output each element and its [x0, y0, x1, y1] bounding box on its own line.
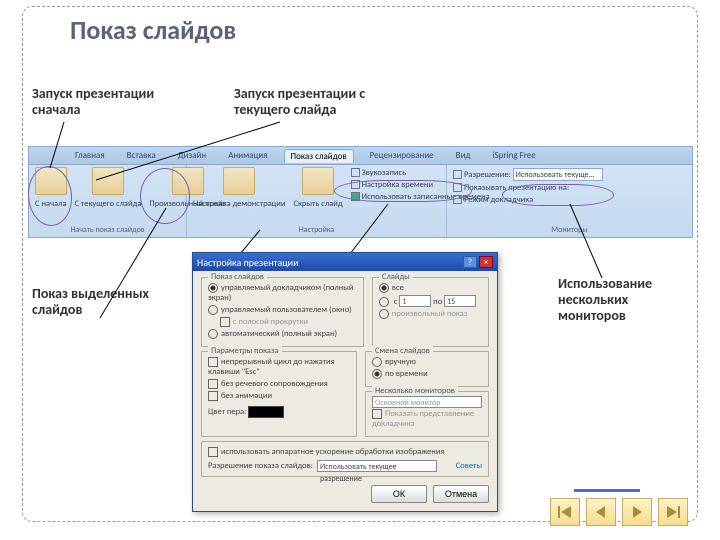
perf-res-select[interactable]: Использовать текущее разрешение: [317, 460, 437, 472]
tab-review[interactable]: Рецензирование: [364, 149, 440, 162]
group-monitors-label: Мониторы: [451, 225, 688, 237]
highlight-circle: [334, 180, 472, 202]
annotation-from-beginning: Запуск презентации сначала: [32, 86, 202, 118]
group-start-label: Начать показ слайдов: [33, 225, 182, 237]
to-input[interactable]: 15: [444, 295, 476, 307]
from-input[interactable]: 1: [399, 295, 431, 307]
nav-prev-button[interactable]: [586, 498, 616, 526]
annotation-custom-show: Показ выделенных слайдов: [32, 286, 172, 318]
radio-custom[interactable]: произвольный показ: [379, 308, 482, 320]
help-button[interactable]: ?: [463, 256, 477, 268]
annotation-from-current: Запуск презентации с текущего слайда: [234, 86, 414, 118]
tab-design[interactable]: Дизайн: [172, 149, 212, 162]
radio-speaker[interactable]: управляемый докладчиком (полный экран): [208, 282, 357, 304]
ribbon-tabs: Главная Вставка Дизайн Анимация Показ сл…: [29, 147, 692, 165]
nav-underline: [574, 489, 640, 492]
chk-no-animation[interactable]: без анимации: [208, 390, 350, 402]
radio-manual[interactable]: вручную: [372, 356, 482, 368]
fs-advance-legend: Смена слайдов: [372, 346, 433, 356]
fs-show-legend: Показ слайдов: [208, 272, 267, 282]
tab-animation[interactable]: Анимация: [222, 149, 273, 162]
from-current-button[interactable]: [92, 167, 124, 195]
highlight-circle: [140, 168, 190, 224]
chk-hw-accel[interactable]: использовать аппаратное ускорение обрабо…: [208, 446, 482, 458]
tab-view[interactable]: Вид: [450, 149, 477, 162]
tab-slideshow[interactable]: Показ слайдов: [284, 149, 354, 163]
radio-kiosk[interactable]: автоматический (полный экран): [208, 328, 357, 340]
from-current-label: С текущего слайда: [73, 198, 144, 210]
tab-home[interactable]: Главная: [69, 149, 111, 162]
radio-timings[interactable]: по времени: [372, 368, 482, 380]
fs-monitors-legend: Несколько мониторов: [372, 386, 458, 396]
perf-res-label: Разрешение показа слайдов:: [208, 461, 313, 471]
chk-scrollbar[interactable]: с полосой прокрутки: [208, 316, 357, 328]
fs-slides-legend: Слайды: [379, 272, 413, 282]
setup-show-label: Настройка демонстрации: [191, 198, 287, 210]
pen-color-label: Цвет пера:: [208, 407, 246, 417]
resolution-combo[interactable]: Использовать текуще...: [513, 168, 603, 181]
nav-first-button[interactable]: [550, 498, 580, 526]
group-setup-label: Настройка: [191, 225, 442, 237]
setup-dialog: Настройка презентации ? × Показ слайдов …: [192, 252, 498, 512]
hide-slide-button[interactable]: [302, 167, 334, 195]
ok-button[interactable]: ОК: [371, 485, 427, 503]
dialog-title: Настройка презентации: [197, 256, 298, 269]
dialog-titlebar[interactable]: Настройка презентации ? ×: [193, 253, 497, 271]
nav-next-button[interactable]: [622, 498, 652, 526]
radio-browsed[interactable]: управляемый пользователем (окно): [208, 304, 357, 316]
nav-last-button[interactable]: [658, 498, 688, 526]
tab-ispring[interactable]: iSpring Free: [486, 149, 541, 162]
chk-presenter-view[interactable]: Показать представление докладчика: [372, 408, 482, 430]
hide-slide-label: Скрыть слайд: [291, 198, 344, 210]
tips-link[interactable]: Советы: [456, 461, 482, 471]
annotation-monitors: Использование нескольких мониторов: [558, 276, 698, 324]
tab-insert[interactable]: Вставка: [121, 149, 162, 162]
fs-opts-legend: Параметры показа: [208, 346, 282, 356]
monitor-select[interactable]: Основной монитор: [372, 396, 482, 408]
pen-color-picker[interactable]: [248, 406, 284, 418]
radio-range[interactable]: с 1 по 15: [379, 294, 482, 308]
radio-all-slides[interactable]: все: [379, 282, 482, 294]
resolution-row[interactable]: Разрешение: Использовать текуще...: [451, 167, 688, 182]
setup-show-button[interactable]: [223, 167, 255, 195]
nav-buttons: [550, 498, 688, 526]
close-button[interactable]: ×: [479, 256, 493, 268]
chk-loop[interactable]: непрерывный цикл до нажатия клавиши "Esc…: [208, 356, 350, 378]
chk-no-narration[interactable]: без речевого сопровождения: [208, 378, 350, 390]
highlight-circle: [502, 184, 614, 206]
cancel-button[interactable]: Отмена: [433, 485, 489, 503]
page-title: Показ слайдов: [70, 14, 236, 46]
